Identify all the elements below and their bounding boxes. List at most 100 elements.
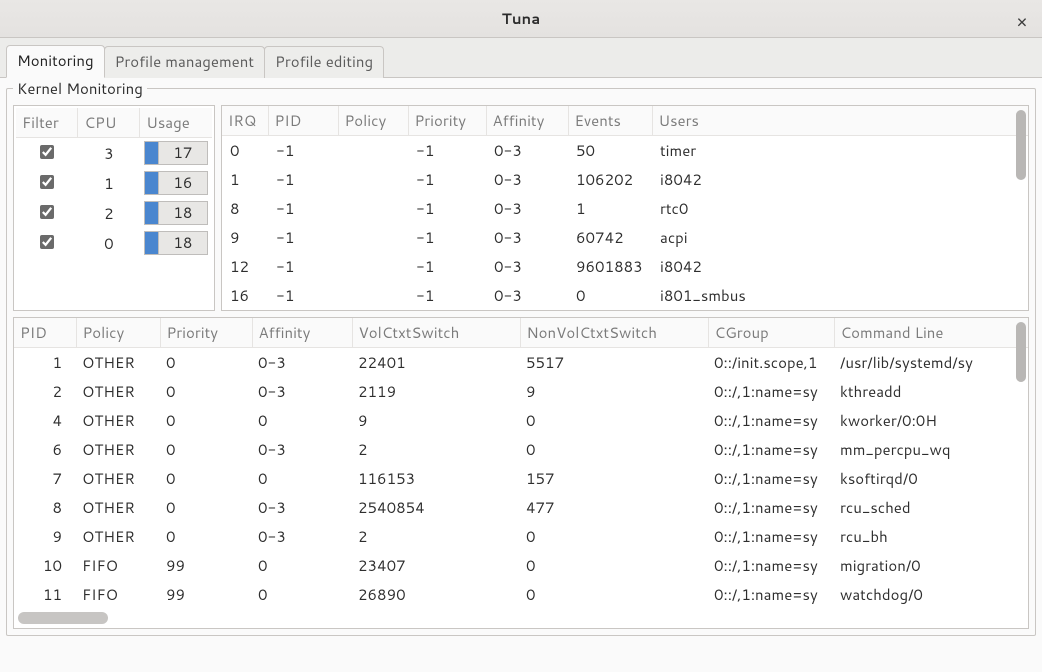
- irq-events-cell: 0: [568, 281, 652, 310]
- process-row[interactable]: 11FIFO9902689000::/,1:name=sywatchdog/0: [14, 580, 1028, 609]
- irq-pid-cell: -1: [268, 223, 338, 252]
- proc-header-volctx[interactable]: VolCtxtSwitch: [352, 318, 520, 348]
- irq-header-policy[interactable]: Policy: [338, 106, 408, 136]
- cpu-row[interactable]: 116: [16, 168, 212, 198]
- tab-monitoring[interactable]: Monitoring: [6, 45, 105, 78]
- proc-priority-cell: 99: [160, 551, 252, 580]
- cpu-filter-cell[interactable]: [16, 198, 78, 228]
- cpu-row[interactable]: 018: [16, 228, 212, 258]
- proc-header-nonvolctx[interactable]: NonVolCtxtSwitch: [520, 318, 708, 348]
- irq-row[interactable]: 8-1-10-31rtc0: [222, 194, 1028, 223]
- proc-header-priority[interactable]: Priority: [160, 318, 252, 348]
- cpu-id-cell: 0: [78, 228, 140, 258]
- irq-users-cell: acpi: [652, 223, 1028, 252]
- irq-header-pid[interactable]: PID: [268, 106, 338, 136]
- irq-affinity-cell: 0-3: [486, 194, 568, 223]
- irq-pid-cell: -1: [268, 281, 338, 310]
- process-row[interactable]: 6OTHER00-3200::/,1:name=symm_percpu_wq: [14, 435, 1028, 464]
- irq-table: IRQ PID Policy Priority Affinity Events …: [222, 106, 1028, 310]
- cpu-row[interactable]: 317: [16, 138, 212, 169]
- tab-profile-management[interactable]: Profile management: [104, 46, 265, 78]
- irq-priority-cell: -1: [408, 223, 486, 252]
- irq-header-users[interactable]: Users: [652, 106, 1028, 136]
- proc-pid-cell: 8: [14, 493, 76, 522]
- irq-header-priority[interactable]: Priority: [408, 106, 486, 136]
- irq-scrollbar[interactable]: [1016, 108, 1026, 308]
- irq-row[interactable]: 0-1-10-350timer: [222, 136, 1028, 166]
- cpu-filter-checkbox[interactable]: [40, 145, 54, 159]
- proc-cmd-cell: mm_percpu_wq: [834, 435, 1028, 464]
- irq-pid-cell: -1: [268, 194, 338, 223]
- cpu-filter-checkbox[interactable]: [40, 205, 54, 219]
- irq-row[interactable]: 1-1-10-3106202i8042: [222, 165, 1028, 194]
- cpu-header-filter[interactable]: Filter: [16, 108, 78, 138]
- proc-affinity-cell: 0-3: [252, 435, 352, 464]
- proc-cgroup-cell: 0::/,1:name=sy: [708, 493, 834, 522]
- cpu-filter-checkbox[interactable]: [40, 175, 54, 189]
- close-icon[interactable]: ×: [1012, 8, 1032, 34]
- irq-header-events[interactable]: Events: [568, 106, 652, 136]
- cpu-usage-cell: 16: [144, 171, 208, 195]
- proc-affinity-cell: 0-3: [252, 348, 352, 378]
- proc-nonvolctx-cell: 157: [520, 464, 708, 493]
- process-pane: PID Policy Priority Affinity VolCtxtSwit…: [13, 317, 1029, 629]
- proc-header-pid[interactable]: PID: [14, 318, 76, 348]
- process-row[interactable]: 8OTHER00-325408544770::/,1:name=syrcu_sc…: [14, 493, 1028, 522]
- cpu-row[interactable]: 218: [16, 198, 212, 228]
- proc-header-affinity[interactable]: Affinity: [252, 318, 352, 348]
- proc-header-cgroup[interactable]: CGroup: [708, 318, 834, 348]
- process-row[interactable]: 7OTHER001161531570::/,1:name=syksoftirqd…: [14, 464, 1028, 493]
- titlebar[interactable]: Tuna ×: [0, 0, 1042, 38]
- irq-row[interactable]: 16-1-10-30i801_smbus: [222, 281, 1028, 310]
- proc-scrollbar-v[interactable]: [1016, 320, 1026, 626]
- irq-pid-cell: -1: [268, 136, 338, 166]
- usage-bar: [144, 141, 158, 165]
- proc-policy-cell: OTHER: [76, 377, 160, 406]
- process-row[interactable]: 4OTHER00900::/,1:name=sykworker/0:0H: [14, 406, 1028, 435]
- irq-affinity-cell: 0-3: [486, 223, 568, 252]
- process-row[interactable]: 9OTHER00-3200::/,1:name=syrcu_bh: [14, 522, 1028, 551]
- irq-policy-cell: [338, 165, 408, 194]
- process-row[interactable]: 1OTHER00-32240155170::/init.scope,1/usr/…: [14, 348, 1028, 378]
- proc-priority-cell: 0: [160, 464, 252, 493]
- proc-cgroup-cell: 0::/,1:name=sy: [708, 406, 834, 435]
- irq-events-cell: 1: [568, 194, 652, 223]
- cpu-header-cpu[interactable]: CPU: [78, 108, 140, 138]
- irq-header-irq[interactable]: IRQ: [222, 106, 268, 136]
- proc-volctx-cell: 2119: [352, 377, 520, 406]
- proc-volctx-cell: 9: [352, 406, 520, 435]
- proc-nonvolctx-cell: 0: [520, 551, 708, 580]
- process-row[interactable]: 10FIFO9902340700::/,1:name=symigration/0: [14, 551, 1028, 580]
- proc-priority-cell: 0: [160, 435, 252, 464]
- cpu-filter-pane: Filter CPU Usage 317116218018: [13, 105, 215, 311]
- proc-pid-cell: 11: [14, 580, 76, 609]
- cpu-header-usage[interactable]: Usage: [140, 108, 212, 138]
- cpu-table: Filter CPU Usage 317116218018: [16, 108, 212, 258]
- proc-volctx-cell: 22401: [352, 348, 520, 378]
- cpu-filter-checkbox[interactable]: [40, 235, 54, 249]
- irq-affinity-cell: 0-3: [486, 281, 568, 310]
- cpu-filter-cell[interactable]: [16, 138, 78, 169]
- proc-priority-cell: 99: [160, 580, 252, 609]
- proc-cgroup-cell: 0::/,1:name=sy: [708, 377, 834, 406]
- process-table: PID Policy Priority Affinity VolCtxtSwit…: [14, 318, 1028, 609]
- irq-users-cell: rtc0: [652, 194, 1028, 223]
- process-row[interactable]: 2OTHER00-3211990::/,1:name=sykthreadd: [14, 377, 1028, 406]
- proc-priority-cell: 0: [160, 522, 252, 551]
- proc-cgroup-cell: 0::/,1:name=sy: [708, 464, 834, 493]
- irq-row[interactable]: 9-1-10-360742acpi: [222, 223, 1028, 252]
- scrollbar-thumb[interactable]: [1016, 322, 1026, 382]
- irq-row[interactable]: 12-1-10-39601883i8042: [222, 252, 1028, 281]
- irq-affinity-cell: 0-3: [486, 165, 568, 194]
- scrollbar-thumb[interactable]: [1016, 110, 1026, 180]
- tab-profile-editing[interactable]: Profile editing: [264, 46, 384, 78]
- proc-pid-cell: 2: [14, 377, 76, 406]
- proc-header-policy[interactable]: Policy: [76, 318, 160, 348]
- irq-header-affinity[interactable]: Affinity: [486, 106, 568, 136]
- proc-header-cmdline[interactable]: Command Line: [834, 318, 1028, 348]
- cpu-filter-cell[interactable]: [16, 228, 78, 258]
- irq-cell: 16: [222, 281, 268, 310]
- cpu-filter-cell[interactable]: [16, 168, 78, 198]
- proc-scrollbar-h[interactable]: [18, 612, 108, 624]
- cpu-usage-cell: 17: [144, 141, 208, 165]
